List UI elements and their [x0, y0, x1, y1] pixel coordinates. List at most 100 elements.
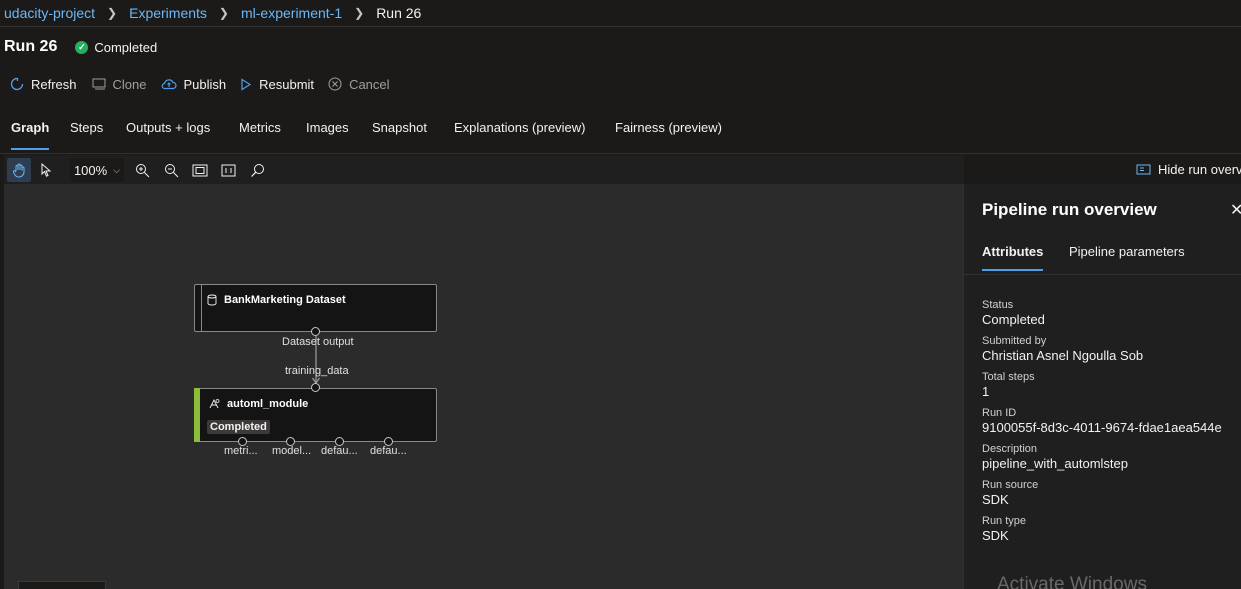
attribute-value[interactable]: 9100055f-8d3c-4011-9674-fdae1aea544e — [982, 420, 1222, 436]
search-button[interactable] — [245, 158, 269, 182]
clone-icon — [92, 78, 106, 90]
hide-run-overview-label: Hide run overv — [1158, 162, 1241, 177]
fit-to-screen-button[interactable] — [188, 158, 212, 182]
dataset-output-label: Dataset output — [282, 336, 354, 348]
database-icon — [207, 294, 217, 306]
zoom-value: 100% — [73, 162, 108, 178]
clone-label: Clone — [112, 76, 147, 92]
attribute-description: Description pipeline_with_automlstep — [982, 442, 1222, 472]
dataset-output-port[interactable] — [311, 327, 320, 336]
panel-title: Pipeline run overview — [982, 200, 1157, 219]
attribute-value: pipeline_with_automlstep — [982, 456, 1128, 471]
status-badge: ✓ Completed — [75, 40, 157, 55]
attribute-total-steps: Total steps 1 — [982, 370, 1222, 400]
tab-attributes[interactable]: Attributes — [982, 244, 1044, 271]
publish-button[interactable]: Publish — [161, 76, 227, 92]
search-icon — [250, 163, 264, 177]
dataset-node-title: BankMarketing Dataset — [207, 294, 346, 306]
chevron-right-icon: ❯ — [354, 6, 365, 20]
pan-tool-button[interactable] — [7, 158, 31, 182]
dataset-node-label: BankMarketing Dataset — [224, 294, 346, 306]
attribute-label: Total steps — [982, 371, 1035, 383]
attribute-label: Status — [982, 299, 1014, 311]
cancel-button[interactable]: Cancel — [328, 76, 390, 92]
pointer-icon — [41, 163, 52, 177]
cloud-upload-icon — [161, 79, 177, 90]
page-title: Run 26 — [4, 38, 58, 55]
activate-windows-watermark: Activate Windows — [997, 574, 1147, 589]
graph-canvas[interactable]: 100% ⌵ BankMarketing Dataset Dataset out… — [4, 155, 964, 589]
zoom-out-button[interactable] — [159, 158, 183, 182]
attribute-list: Status Completed Submitted by Christian … — [982, 298, 1222, 550]
output-port-label: defau... — [370, 445, 407, 457]
resubmit-label: Resubmit — [259, 76, 315, 92]
tab-explanations[interactable]: Explanations (preview) — [454, 120, 586, 150]
attribute-run-type: Run type SDK — [982, 514, 1222, 544]
breadcrumb-workspace[interactable]: udacity-project — [4, 5, 95, 21]
zoom-in-button[interactable] — [130, 158, 154, 182]
cancel-label: Cancel — [349, 76, 390, 92]
attribute-value: Christian Asnel Ngoulla Sob — [982, 348, 1144, 363]
tab-graph[interactable]: Graph — [11, 120, 50, 150]
divider — [0, 153, 1241, 154]
output-port-label: metri... — [224, 445, 258, 457]
attribute-label: Run ID — [982, 407, 1017, 419]
check-circle-icon: ✓ — [75, 40, 89, 54]
zoom-in-icon — [135, 163, 149, 177]
attribute-label: Submitted by — [982, 335, 1047, 347]
attribute-value: Completed — [982, 312, 1045, 327]
attribute-label: Description — [982, 443, 1038, 455]
attribute-value: SDK — [982, 528, 1009, 543]
attribute-run-source: Run source SDK — [982, 478, 1222, 508]
fit-screen-icon — [192, 164, 208, 176]
refresh-button[interactable]: Refresh — [10, 77, 77, 92]
actual-size-icon — [221, 164, 235, 176]
clone-button[interactable]: Clone — [92, 77, 147, 92]
chevron-right-icon: ❯ — [107, 6, 118, 20]
attribute-label: Run type — [982, 515, 1027, 527]
divider — [0, 26, 1241, 27]
attribute-label: Run source — [982, 479, 1039, 491]
dataset-node[interactable]: BankMarketing Dataset — [194, 284, 437, 332]
node-status-badge: Completed — [207, 420, 270, 434]
command-bar: Refresh Clone Publish Resubmit Cancel — [10, 74, 404, 94]
chevron-right-icon: ❯ — [218, 6, 229, 20]
automl-module-node[interactable]: automl_module Completed — [194, 388, 437, 442]
divider — [964, 274, 1241, 275]
tab-snapshot[interactable]: Snapshot — [372, 120, 427, 150]
attribute-value: SDK — [982, 492, 1009, 507]
page-header: Run 26 ✓ Completed — [4, 36, 157, 58]
zoom-select[interactable]: 100% ⌵ — [70, 158, 124, 182]
graph-toolbar: 100% ⌵ — [4, 155, 964, 184]
panel-icon — [1136, 164, 1151, 175]
tab-images[interactable]: Images — [306, 120, 349, 150]
automl-node-title: automl_module — [208, 398, 308, 410]
breadcrumb: udacity-project ❯ Experiments ❯ ml-exper… — [4, 4, 421, 22]
play-icon — [241, 77, 252, 91]
minimap[interactable] — [18, 581, 106, 589]
training-data-port[interactable] — [311, 383, 320, 392]
automl-node-label: automl_module — [227, 398, 309, 410]
tab-pipeline-parameters[interactable]: Pipeline parameters — [1069, 244, 1185, 271]
select-tool-button[interactable] — [34, 158, 58, 182]
breadcrumb-experiment[interactable]: ml-experiment-1 — [241, 5, 342, 21]
pipeline-run-overview-panel: Pipeline run overview ✕ Attributes Pipel… — [963, 184, 1241, 589]
hand-icon — [12, 163, 25, 177]
output-port-label: defau... — [321, 445, 358, 457]
tab-metrics[interactable]: Metrics — [239, 120, 281, 150]
breadcrumb-experiments[interactable]: Experiments — [129, 5, 207, 21]
hide-run-overview-button[interactable]: Hide run overv — [1136, 162, 1241, 177]
training-data-label: training_data — [285, 365, 349, 377]
cancel-icon — [328, 77, 342, 91]
resubmit-button[interactable]: Resubmit — [240, 77, 314, 92]
attribute-run-id: Run ID 9100055f-8d3c-4011-9674-fdae1aea5… — [982, 406, 1222, 436]
refresh-label: Refresh — [31, 76, 77, 92]
tab-steps[interactable]: Steps — [70, 120, 103, 150]
tab-outputs-logs[interactable]: Outputs + logs — [126, 120, 210, 150]
close-icon[interactable]: ✕ — [1230, 200, 1241, 220]
tab-fairness[interactable]: Fairness (preview) — [615, 120, 722, 150]
breadcrumb-current: Run 26 — [376, 5, 422, 21]
attribute-value: 1 — [982, 384, 990, 399]
actual-size-button[interactable] — [216, 158, 240, 182]
publish-label: Publish — [183, 76, 227, 92]
